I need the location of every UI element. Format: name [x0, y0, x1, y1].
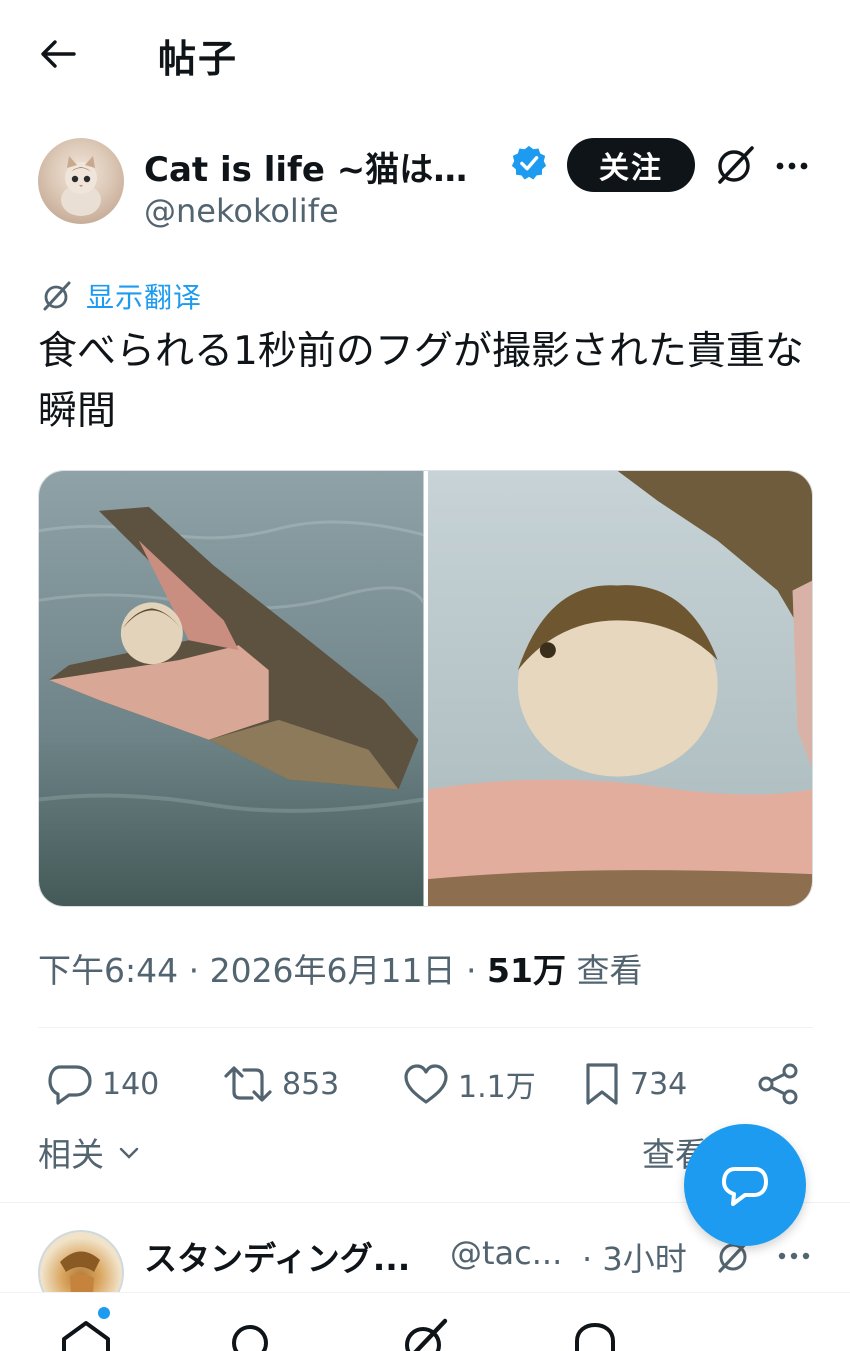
share-button[interactable]	[756, 1055, 802, 1113]
author-handle[interactable]: @nekokolife	[144, 192, 339, 230]
bottom-nav	[0, 1292, 850, 1351]
post-meta: 下午6:44 · 2026年6月11日 · 51万 查看	[38, 944, 642, 992]
search-icon[interactable]	[220, 1317, 280, 1351]
bookmark-button[interactable]: 734	[582, 1055, 687, 1113]
page-title: 帖子	[158, 37, 239, 81]
grok-icon[interactable]	[712, 142, 758, 188]
like-button[interactable]: 1.1万	[402, 1055, 536, 1113]
bookmark-count: 734	[630, 1066, 688, 1102]
post-timestamp: 下午6:44 · 2026年6月11日 ·	[38, 951, 488, 990]
repost-icon	[224, 1066, 272, 1102]
repost-count: 853	[282, 1066, 340, 1102]
chevron-down-icon[interactable]	[118, 1142, 140, 1164]
heart-icon	[404, 1064, 448, 1104]
post-text: 食べられる1秒前のフグが撮影された貴重な瞬間	[38, 329, 804, 434]
reply-author-name[interactable]: スタンディング...	[144, 1232, 410, 1280]
cat-avatar-image	[61, 156, 101, 216]
like-count: 1.1万	[458, 1070, 536, 1105]
grok-icon	[43, 281, 71, 311]
views-count: 51万	[487, 951, 566, 990]
notifications-icon[interactable]	[565, 1317, 625, 1351]
post-author: Cat is life ~猫は人... @nekokolife 关注	[0, 130, 850, 240]
back-button[interactable]	[36, 34, 80, 74]
compose-message-button[interactable]	[684, 1124, 806, 1246]
post-media[interactable]	[38, 470, 813, 907]
show-translation-link[interactable]: 显示翻译	[40, 276, 202, 316]
home-icon[interactable]	[56, 1317, 116, 1351]
author-avatar[interactable]	[38, 138, 124, 224]
pufferfish-closeup-photo[interactable]	[427, 471, 813, 906]
top-bar: 帖子	[0, 0, 850, 108]
reply-count: 140	[102, 1066, 160, 1102]
reply-bubble-icon	[48, 1065, 92, 1105]
reply-time: · 3小时	[582, 1240, 687, 1278]
repost-button[interactable]: 853	[222, 1055, 339, 1113]
grok-icon[interactable]	[395, 1317, 455, 1351]
verified-badge-icon	[511, 145, 547, 180]
post-actions: 140 853 1.1万 734	[0, 1055, 850, 1113]
share-icon	[758, 1063, 798, 1105]
bookmark-icon	[586, 1063, 618, 1105]
views-label: 查看	[576, 951, 643, 990]
author-name[interactable]: Cat is life ~猫は人...	[144, 142, 494, 191]
arrow-left-icon	[41, 40, 76, 68]
reply-author-handle[interactable]: @tac...	[450, 1234, 562, 1272]
alligator-pufferfish-photo[interactable]	[39, 471, 424, 906]
related-label[interactable]: 相关	[38, 1128, 104, 1176]
divider	[38, 1027, 813, 1028]
compose-message-icon	[722, 1167, 768, 1206]
more-dots-icon[interactable]	[774, 1236, 814, 1276]
show-translation-label: 显示翻译	[86, 281, 203, 314]
reply-button[interactable]: 140	[46, 1055, 159, 1113]
follow-button[interactable]: 关注	[567, 138, 695, 192]
more-dots-icon[interactable]	[772, 146, 812, 186]
